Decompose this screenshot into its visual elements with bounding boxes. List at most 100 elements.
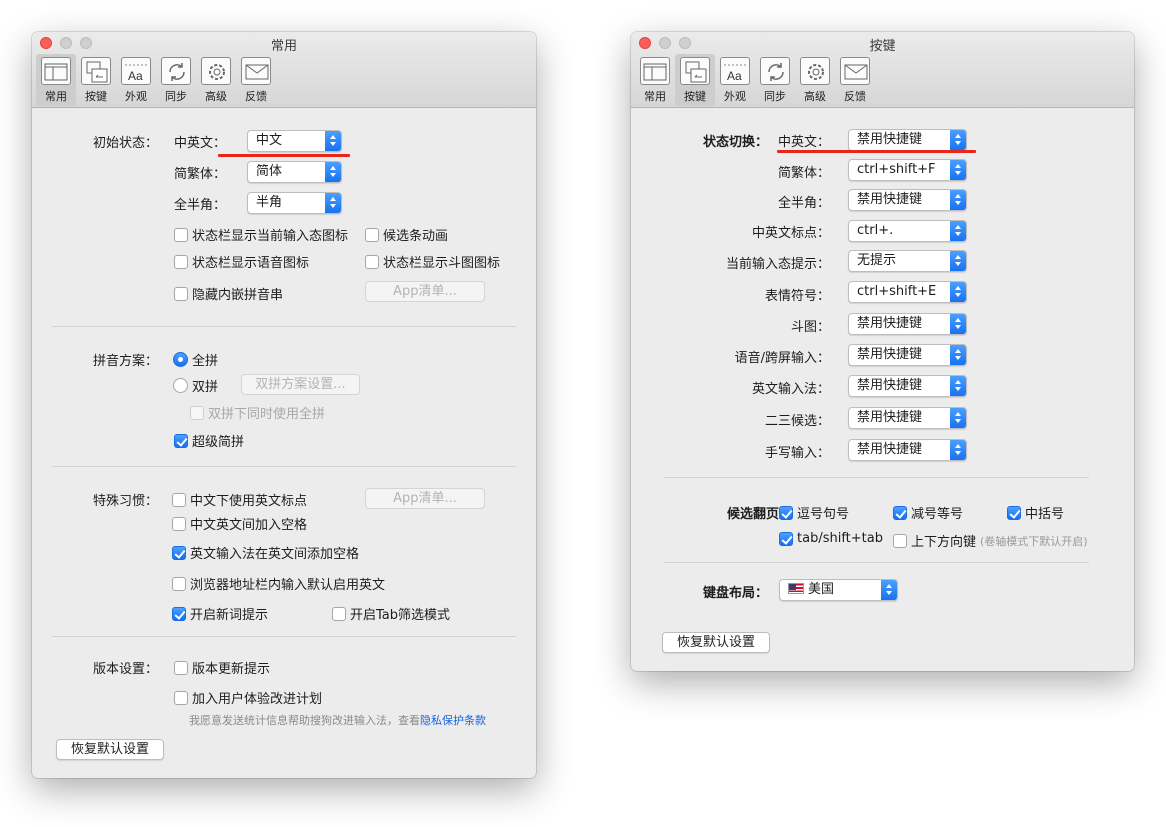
shortcut-label: 当前输入态提示： xyxy=(725,257,830,272)
checkbox-label: 中文英文间加入空格 xyxy=(190,518,308,533)
shortcut-popup-value: 禁用快捷键 xyxy=(857,442,923,457)
checkbox-label: 候选条动画 xyxy=(383,229,449,244)
checkbox-label: 状态栏显示语音图标 xyxy=(192,256,310,271)
shortcut-popup[interactable]: 禁用快捷键 xyxy=(848,407,967,429)
tab-paging-checkbox[interactable]: tab/shift+tab xyxy=(779,531,883,546)
brackets-checkbox[interactable]: 中括号 xyxy=(1007,503,1064,522)
separator xyxy=(664,477,1089,478)
shortcut-popup-value: ctrl+shift+F xyxy=(857,162,936,177)
tab-advanced[interactable]: 高级 xyxy=(795,54,835,106)
shortcut-popup-value: ctrl+. xyxy=(857,223,894,238)
privacy-policy-link[interactable]: 隐私保护条款 xyxy=(420,714,486,727)
tab-label: 常用 xyxy=(644,90,666,103)
tab-general[interactable]: 常用 xyxy=(36,54,76,106)
separator xyxy=(664,562,1089,563)
arrow-keys-checkbox[interactable]: 上下方向键 (卷轴模式下默认开启) xyxy=(893,531,1088,550)
full-pinyin-radio[interactable]: 全拼 xyxy=(173,350,218,369)
super-jianpin-checkbox[interactable]: 超级简拼 xyxy=(174,431,244,450)
shortcut-label: 语音/跨屏输入： xyxy=(734,351,830,366)
checkbox-box xyxy=(172,576,186,591)
titlebar: 常用 常用 按键 Aa 外观 同步 高级 反馈 xyxy=(32,32,536,108)
restore-defaults-button[interactable]: 恢复默认设置 xyxy=(662,632,770,653)
shortcut-popup[interactable]: 无提示 xyxy=(848,250,967,272)
tab-keys[interactable]: 按键 xyxy=(76,54,116,106)
shortcut-popup[interactable]: 禁用快捷键 xyxy=(848,375,967,397)
shortcut-popup[interactable]: ctrl+. xyxy=(848,220,967,242)
app-list-button-2[interactable]: App清单... xyxy=(365,488,485,509)
width-popup[interactable]: 半角 xyxy=(247,192,342,214)
script-label: 简繁体： xyxy=(174,167,227,182)
checkbox-box xyxy=(893,533,907,548)
statusbar-voice-checkbox[interactable]: 状态栏显示语音图标 xyxy=(174,252,309,271)
minus-equal-checkbox[interactable]: 减号等号 xyxy=(893,503,963,522)
double-pinyin-radio[interactable]: 双拼 xyxy=(173,376,218,395)
ux-plan-note-text: 我愿意发送统计信息帮助搜狗改进输入法，查看 xyxy=(189,714,420,727)
tab-label: 按键 xyxy=(684,90,706,103)
en-punct-checkbox[interactable]: 中文下使用英文标点 xyxy=(172,490,307,509)
restore-defaults-button[interactable]: 恢复默认设置 xyxy=(56,739,164,760)
sync-icon xyxy=(161,57,191,85)
comma-period-checkbox[interactable]: 逗号句号 xyxy=(779,503,849,522)
shortcut-popup[interactable]: 禁用快捷键 xyxy=(848,439,967,461)
space-between-checkbox[interactable]: 中文英文间加入空格 xyxy=(172,514,307,533)
general-icon xyxy=(640,57,670,85)
en-ime-space-checkbox[interactable]: 英文输入法在英文间添加空格 xyxy=(172,543,359,562)
checkbox-box xyxy=(174,254,188,269)
checkbox-box xyxy=(365,227,379,242)
tab-appearance[interactable]: Aa 外观 xyxy=(715,54,755,106)
width-label: 全半角： xyxy=(174,198,227,213)
shortcut-popup[interactable]: 禁用快捷键 xyxy=(848,313,967,335)
state-switch-label: 状态切换： xyxy=(702,135,768,150)
tab-label: 同步 xyxy=(764,90,786,103)
tab-filter-checkbox[interactable]: 开启Tab筛选模式 xyxy=(332,604,450,623)
ux-plan-checkbox[interactable]: 加入用户体验改进计划 xyxy=(174,688,322,707)
keyboard-layout-popup[interactable]: 美国 xyxy=(779,579,898,601)
script-popup[interactable]: 简体 xyxy=(247,161,342,183)
shortcut-label: 简繁体： xyxy=(777,166,830,181)
tab-sync[interactable]: 同步 xyxy=(755,54,795,106)
checkbox-label: 状态栏显示斗图图标 xyxy=(383,256,501,271)
width-popup-value: 半角 xyxy=(256,195,283,210)
tab-keys[interactable]: 按键 xyxy=(675,54,715,106)
new-word-checkbox[interactable]: 开启新词提示 xyxy=(172,604,268,623)
svg-text:Aa: Aa xyxy=(727,69,742,83)
checkbox-box xyxy=(174,690,188,705)
shortcut-popup-value: 无提示 xyxy=(857,253,897,268)
tab-general[interactable]: 常用 xyxy=(635,54,675,106)
shortcut-popup[interactable]: ctrl+shift+F xyxy=(848,159,967,181)
checkbox-box xyxy=(172,606,186,621)
browser-en-checkbox[interactable]: 浏览器地址栏内输入默认启用英文 xyxy=(172,574,385,593)
shortcut-popup[interactable]: ctrl+shift+E xyxy=(848,281,967,303)
update-prompt-checkbox[interactable]: 版本更新提示 xyxy=(174,658,270,677)
tab-appearance[interactable]: Aa 外观 xyxy=(116,54,156,106)
tab-advanced[interactable]: 高级 xyxy=(196,54,236,106)
tab-feedback[interactable]: 反馈 xyxy=(236,54,276,106)
chevron-updown-icon xyxy=(325,193,341,213)
double-pinyin-settings-button[interactable]: 双拼方案设置... xyxy=(241,374,360,395)
shortcut-popup-value: 禁用快捷键 xyxy=(857,192,923,207)
shortcut-popup[interactable]: 禁用快捷键 xyxy=(848,129,967,151)
radio-label: 全拼 xyxy=(192,354,219,369)
statusbar-icon-checkbox[interactable]: 状态栏显示当前输入态图标 xyxy=(174,225,348,244)
checkbox-box xyxy=(172,545,186,560)
gear-icon xyxy=(800,57,830,85)
double-use-full-checkbox[interactable]: 双拼下同时使用全拼 xyxy=(190,403,325,422)
statusbar-doutu-checkbox[interactable]: 状态栏显示斗图图标 xyxy=(365,252,500,271)
shortcut-label: 表情符号： xyxy=(764,289,830,304)
tab-feedback[interactable]: 反馈 xyxy=(835,54,875,106)
checkbox-box xyxy=(190,405,204,420)
checkbox-box xyxy=(779,505,793,520)
tab-label: 外观 xyxy=(724,90,746,103)
tab-label: 按键 xyxy=(85,90,107,103)
app-list-button[interactable]: App清单... xyxy=(365,281,485,302)
candidate-anim-checkbox[interactable]: 候选条动画 xyxy=(365,225,448,244)
titlebar: 按键 常用 按键 Aa 外观 同步 高级 反馈 xyxy=(631,32,1134,108)
tab-label: 常用 xyxy=(45,90,67,103)
checkbox-box xyxy=(174,433,188,448)
chevron-updown-icon xyxy=(950,130,966,150)
shortcut-popup[interactable]: 禁用快捷键 xyxy=(848,189,967,211)
tab-sync[interactable]: 同步 xyxy=(156,54,196,106)
hide-inline-checkbox[interactable]: 隐藏内嵌拼音串 xyxy=(174,284,283,303)
lang-popup[interactable]: 中文 xyxy=(247,130,342,152)
shortcut-popup[interactable]: 禁用快捷键 xyxy=(848,344,967,366)
